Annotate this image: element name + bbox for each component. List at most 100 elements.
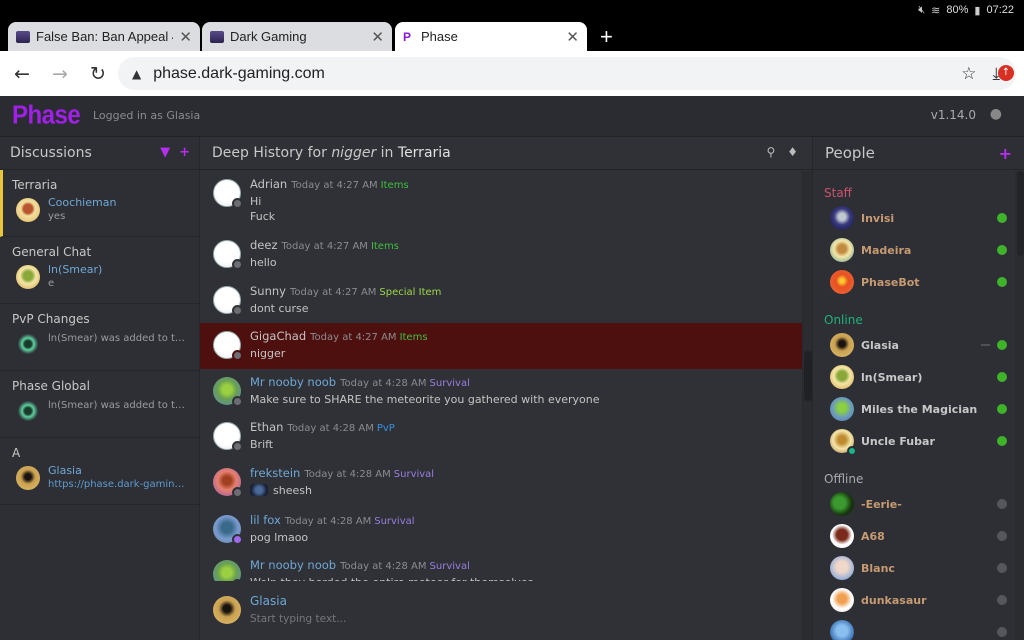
avatar bbox=[830, 270, 854, 294]
message-text: Fuck bbox=[250, 210, 276, 223]
tab-title: Phase bbox=[421, 29, 458, 44]
person-item[interactable]: Blanc bbox=[813, 552, 1015, 584]
app-header: Phase Logged in as Glasia v1.14.0 ● bbox=[0, 96, 1024, 137]
discussion-item-general-chat[interactable]: General Chat ln(Smear) e bbox=[0, 237, 199, 304]
message-time: Today at 4:27 AM bbox=[281, 241, 368, 252]
person-name: Blanc bbox=[861, 561, 895, 575]
scrollbar-thumb[interactable] bbox=[1017, 171, 1024, 256]
message: Mr nooby noob Today at 4:28 AM Survival Ma… bbox=[200, 369, 802, 415]
message-time: Today at 4:28 AM bbox=[284, 515, 372, 527]
battery-icon: ▮ bbox=[974, 4, 981, 17]
browser-tab-phase[interactable]: P Phase ✕ bbox=[395, 22, 587, 51]
mobile-badge-icon bbox=[847, 446, 857, 456]
discussion-item-a[interactable]: A Glasia https://phase.dark-gaming.c... bbox=[0, 438, 199, 505]
search-icon[interactable]: ⚲ bbox=[766, 145, 775, 159]
add-discussion-button[interactable]: + bbox=[179, 145, 190, 160]
dark-gaming-favicon bbox=[16, 30, 30, 43]
message-author[interactable]: Ethan bbox=[250, 420, 283, 434]
discussion-item-phase-global[interactable]: Phase Global ln(Smear) was added to the … bbox=[0, 371, 199, 438]
address-bar[interactable]: ▲ phase.dark-gaming.com ☆ ⤓ bbox=[118, 57, 1016, 90]
channel-tag[interactable]: Survival bbox=[430, 378, 470, 389]
update-button[interactable]: ↑ bbox=[998, 65, 1014, 81]
status-indicator bbox=[232, 395, 243, 407]
status-indicator bbox=[232, 259, 243, 270]
message: Mr nooby noob Today at 4:28 AMSurvival We… bbox=[200, 552, 802, 581]
online-status-dot bbox=[997, 436, 1007, 446]
channel-tag[interactable]: Items bbox=[371, 241, 399, 252]
message-author[interactable]: frekstein bbox=[250, 466, 300, 480]
person-item[interactable]: PhaseBot bbox=[813, 266, 1015, 298]
avatar bbox=[16, 265, 40, 289]
back-button[interactable]: ← bbox=[3, 63, 41, 85]
discussion-item-terraria[interactable]: Terraria Coochieman yes bbox=[0, 170, 199, 237]
channel-tag[interactable]: Survival bbox=[394, 469, 434, 480]
bell-icon[interactable]: ♦ bbox=[787, 145, 798, 159]
message-author[interactable]: Mr nooby noob bbox=[250, 558, 336, 572]
phase-app: Phase Logged in as Glasia v1.14.0 ● Disc… bbox=[0, 96, 1024, 640]
history-title: Deep History for nigger in Terraria bbox=[212, 145, 451, 161]
new-tab-button[interactable]: + bbox=[600, 24, 613, 50]
history-channel: Terraria bbox=[397, 145, 451, 161]
add-person-button[interactable]: + bbox=[999, 144, 1012, 163]
channel-tag[interactable]: Special Item bbox=[379, 287, 441, 298]
message-author[interactable]: GigaChad bbox=[250, 329, 306, 343]
message-text: dont curse bbox=[250, 301, 309, 315]
person-item[interactable]: dunkasaur bbox=[813, 584, 1015, 616]
person-name: ln(Smear) bbox=[861, 370, 923, 384]
reload-button[interactable]: ↻ bbox=[79, 63, 117, 85]
scrollbar-thumb[interactable] bbox=[804, 351, 812, 401]
user-menu-icon[interactable]: ● bbox=[990, 106, 1002, 122]
person-item[interactable]: Madeira bbox=[813, 234, 1015, 266]
avatar[interactable] bbox=[213, 560, 241, 581]
channel-tag[interactable]: Survival bbox=[374, 516, 414, 527]
offline-status-dot bbox=[997, 499, 1007, 509]
message-text: Make sure to SHARE the meteorite you gat… bbox=[250, 392, 600, 406]
channel-tag[interactable]: Items bbox=[400, 332, 428, 343]
close-tab-icon[interactable]: ✕ bbox=[179, 28, 192, 46]
message-time: Today at 4:28 AM bbox=[304, 468, 391, 480]
filter-icon[interactable]: ▼ bbox=[160, 145, 170, 160]
browser-tab-ban-appeal[interactable]: False Ban: Ban Appeal 48 ✕ bbox=[8, 22, 200, 51]
bookmark-star-icon[interactable]: ☆ bbox=[961, 64, 976, 84]
message-text: Brift bbox=[250, 438, 274, 451]
person-item[interactable]: ln(Smear) bbox=[813, 361, 1015, 393]
channel-tag[interactable]: Survival bbox=[430, 561, 470, 572]
phase-logo[interactable]: Phase bbox=[12, 101, 81, 131]
message-scrollbar[interactable] bbox=[802, 171, 812, 640]
message-author[interactable]: Adrian bbox=[250, 177, 287, 191]
online-status-dot bbox=[997, 372, 1007, 382]
not-secure-icon[interactable]: ▲ bbox=[132, 67, 141, 81]
message-time: Today at 4:28 AM bbox=[287, 423, 374, 434]
dark-gaming-favicon bbox=[210, 30, 224, 43]
channel-tag[interactable]: Items bbox=[381, 180, 409, 191]
message-text: Hi bbox=[250, 195, 262, 208]
group-label-offline: Offline bbox=[824, 472, 864, 486]
person-item[interactable]: Uncle Fubar bbox=[813, 425, 1015, 457]
person-item-partial[interactable] bbox=[813, 616, 1015, 640]
message-author[interactable]: deez bbox=[250, 238, 278, 252]
person-item[interactable]: -Eerie- bbox=[813, 488, 1015, 520]
browser-tab-dark-gaming[interactable]: Dark Gaming ✕ bbox=[202, 22, 392, 51]
last-message-link[interactable]: https://phase.dark-gaming.c... bbox=[48, 478, 188, 492]
people-list: Staff Invisi Madeira PhaseBot Online Gla… bbox=[813, 171, 1015, 640]
url-text[interactable]: phase.dark-gaming.com bbox=[153, 65, 961, 83]
message-input[interactable] bbox=[250, 611, 790, 627]
discussion-item-pvp-changes[interactable]: PvP Changes ln(Smear) was added to the .… bbox=[0, 304, 199, 371]
person-item[interactable]: Glasia bbox=[813, 329, 1015, 361]
online-status-dot bbox=[997, 245, 1007, 255]
people-scrollbar[interactable] bbox=[1015, 171, 1024, 640]
people-title: People bbox=[825, 144, 875, 162]
person-item[interactable]: Invisi bbox=[813, 202, 1015, 234]
message-author[interactable]: lil fox bbox=[250, 513, 281, 527]
message-author[interactable]: Sunny bbox=[250, 284, 286, 298]
close-tab-icon[interactable]: ✕ bbox=[371, 28, 384, 46]
status-indicator bbox=[232, 579, 243, 581]
message-author[interactable]: Mr nooby noob bbox=[250, 375, 336, 389]
message-text: Welp they horded the entire meteor for t… bbox=[250, 575, 802, 581]
close-tab-icon[interactable]: ✕ bbox=[566, 28, 579, 46]
forward-button[interactable]: → bbox=[41, 63, 79, 85]
channel-tag[interactable]: PvP bbox=[377, 423, 395, 434]
person-item[interactable]: Miles the Magician bbox=[813, 393, 1015, 425]
person-item[interactable]: A68 bbox=[813, 520, 1015, 552]
armor-emoji-icon bbox=[250, 483, 268, 496]
